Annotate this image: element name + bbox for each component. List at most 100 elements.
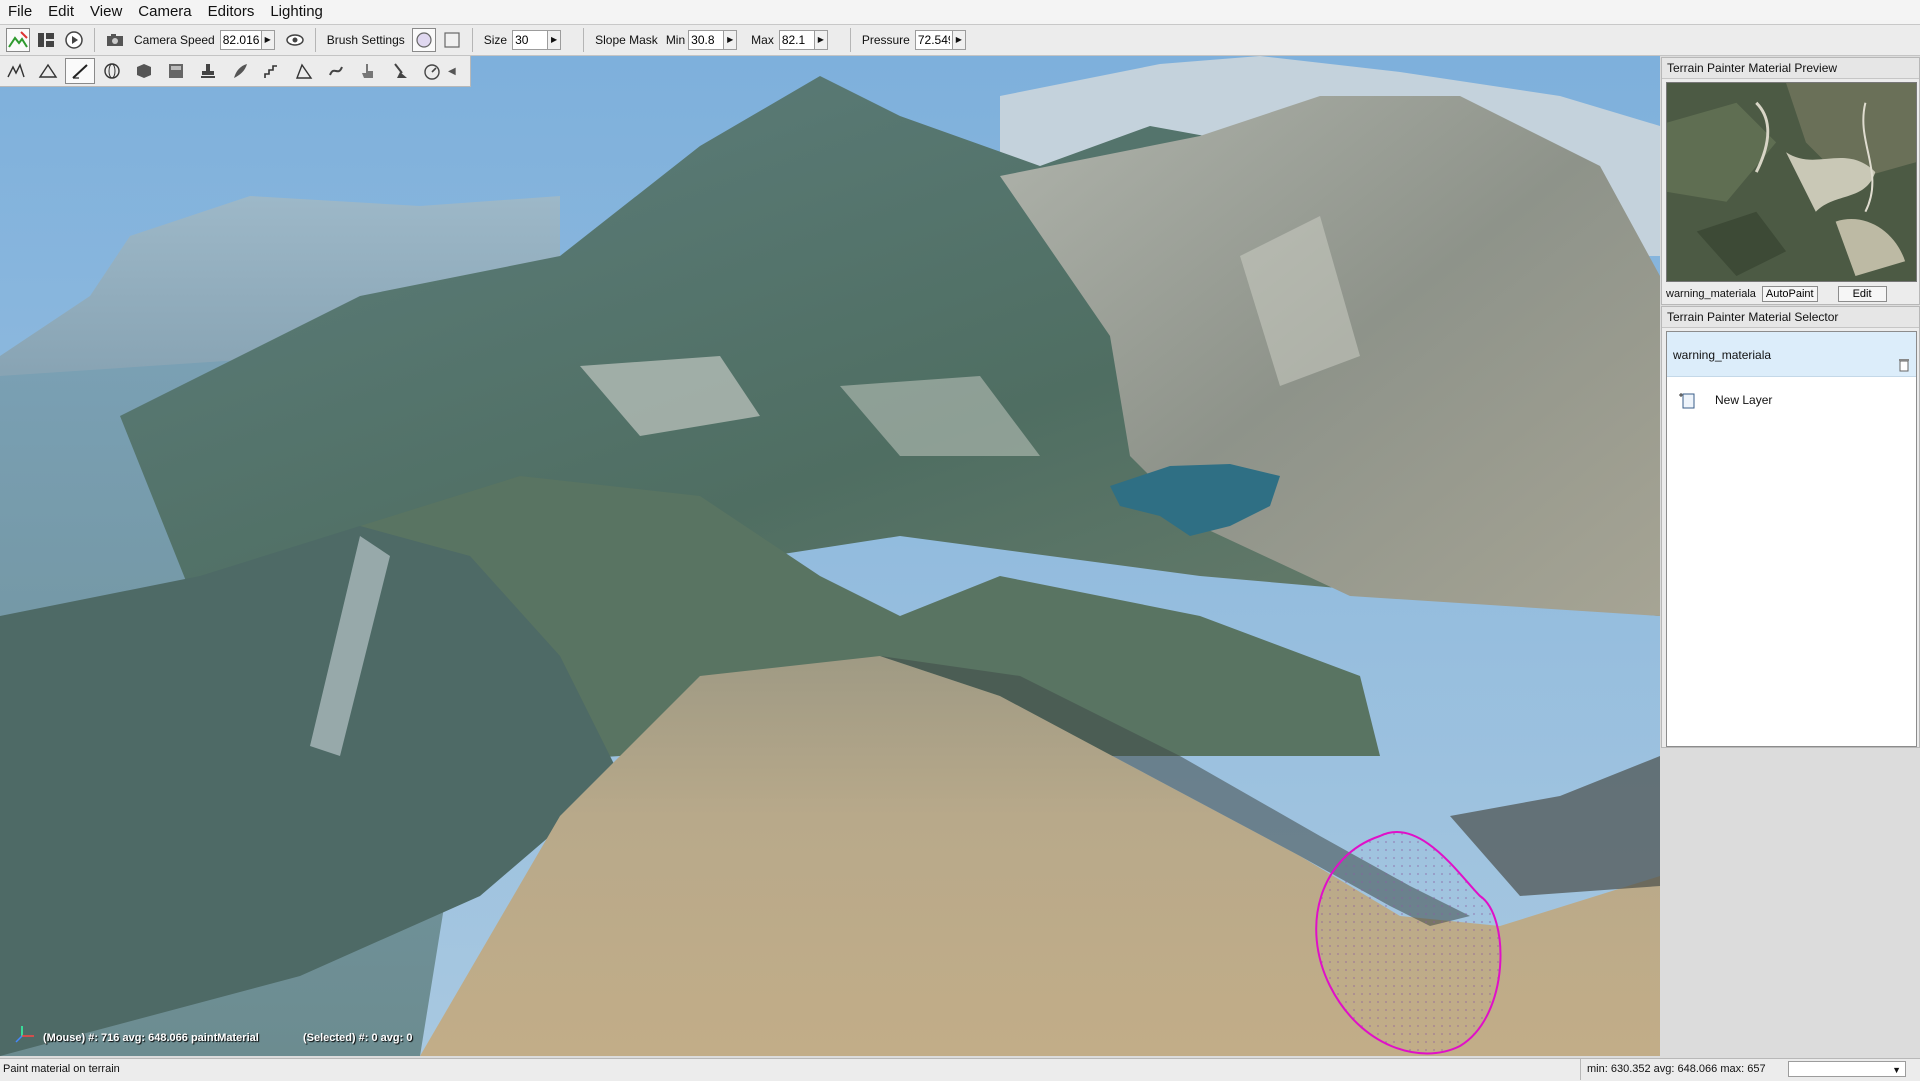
play-button[interactable] — [62, 28, 86, 52]
toolbar-separator — [583, 28, 585, 52]
selected-readout: (Selected) #: 0 avg: 0 — [303, 1032, 413, 1044]
camera-icon — [107, 34, 123, 46]
collapse-palette-icon[interactable]: ◀ — [448, 66, 456, 77]
chevron-down-icon: ▼ — [1892, 1065, 1901, 1075]
material-preview-title: Terrain Painter Material Preview — [1662, 58, 1919, 79]
material-selector-title: Terrain Painter Material Selector — [1662, 307, 1919, 328]
preview-material-name: warning_materiala — [1666, 288, 1756, 300]
tool-paint-material[interactable] — [65, 58, 95, 84]
smudge-icon — [329, 66, 343, 76]
brush-settings-label: Brush Settings — [326, 33, 405, 47]
circle-brush-button[interactable] — [411, 28, 436, 52]
slope-max-input[interactable] — [779, 32, 814, 48]
status-dropdown[interactable]: ▼ — [1788, 1061, 1906, 1077]
globe-icon — [104, 63, 120, 79]
camera-speed-input[interactable] — [220, 32, 261, 48]
slope-max-arrow[interactable]: ▶ — [813, 31, 827, 49]
texture-icon — [169, 64, 183, 78]
pressure-arrow[interactable]: ▶ — [951, 31, 965, 49]
toolbar-separator — [314, 28, 316, 52]
toolbar-separator — [849, 28, 851, 52]
size-arrow[interactable]: ▶ — [547, 31, 561, 49]
autopaint-button[interactable]: AutoPaint — [1761, 286, 1818, 302]
slope-max-label: Max — [751, 33, 774, 47]
camera-speed-arrow[interactable]: ▶ — [260, 31, 274, 49]
terrain-viewport[interactable]: (Mouse) #: 716 avg: 648.066 paintMateria… — [0, 56, 1660, 1056]
circle-brush-icon — [416, 32, 432, 48]
tool-feather[interactable] — [225, 58, 255, 84]
material-list: warning_materiala New Layer — [1666, 331, 1917, 747]
new-layer-icon — [1679, 393, 1695, 409]
tool-gauge[interactable] — [417, 58, 447, 84]
terrain-edit-icon — [8, 31, 28, 48]
mouse-readout: (Mouse) #: 716 avg: 648.066 paintMateria… — [43, 1032, 259, 1044]
tool-smudge[interactable] — [321, 58, 351, 84]
stamp-icon — [201, 64, 215, 78]
toolbar-separator — [94, 28, 95, 52]
terrain-mountain-icon — [38, 63, 58, 78]
camera-speed-field[interactable]: ▶ — [219, 30, 275, 50]
feather-icon — [234, 64, 247, 78]
material-list-item[interactable]: warning_materiala — [1667, 332, 1916, 377]
cube-icon — [137, 64, 151, 78]
camera-speed-label: Camera Speed — [134, 33, 215, 47]
slope-min-input[interactable] — [689, 32, 724, 48]
window-layout-icon — [38, 33, 54, 47]
ramp-icon — [295, 63, 313, 79]
tool-cube[interactable] — [129, 58, 159, 84]
new-layer-button[interactable]: New Layer — [1677, 390, 1772, 410]
gauge-icon — [424, 64, 440, 80]
slope-mask-label: Slope Mask — [595, 33, 658, 47]
menu-editors[interactable]: Editors — [200, 0, 263, 24]
menu-bar: File Edit View Camera Editors Lighting — [0, 0, 1920, 25]
camera-button[interactable] — [103, 28, 127, 52]
tool-ramp[interactable] — [289, 58, 319, 84]
size-field[interactable]: ▶ — [512, 30, 562, 50]
slope-min-arrow[interactable]: ▶ — [723, 31, 737, 49]
trash-icon[interactable] — [1898, 358, 1910, 375]
play-icon — [65, 31, 83, 49]
new-layer-label: New Layer — [1715, 393, 1773, 407]
tool-sweep[interactable] — [385, 58, 415, 84]
tool-elevate[interactable] — [1, 58, 31, 84]
slope-max-field[interactable]: ▶ — [778, 30, 828, 50]
material-preview-panel: Terrain Painter Material Preview warning… — [1661, 57, 1920, 305]
slope-min-field[interactable]: ▶ — [688, 30, 738, 50]
tool-globe[interactable] — [97, 58, 127, 84]
menu-view[interactable]: View — [82, 0, 130, 24]
terrain-tool-palette: ◀ — [0, 56, 471, 87]
tool-stamp[interactable] — [193, 58, 223, 84]
status-bar: Paint material on terrain min: 630.352 a… — [0, 1058, 1920, 1081]
tool-mountain[interactable] — [33, 58, 63, 84]
terrain-scene[interactable] — [0, 56, 1660, 1056]
main-toolbar: Camera Speed ▶ Brush Settings Size ▶ Slo… — [0, 25, 1920, 56]
status-message: Paint material on terrain — [3, 1063, 120, 1075]
size-label: Size — [483, 33, 508, 47]
hand-pointer-icon — [362, 64, 373, 78]
tool-hand[interactable] — [353, 58, 383, 84]
eye-icon — [285, 34, 304, 46]
preview-controls: warning_materiala AutoPaint Edit — [1666, 286, 1887, 302]
sweep-icon — [394, 63, 407, 78]
tool-staircase[interactable] — [257, 58, 287, 84]
visibility-button[interactable] — [283, 28, 307, 52]
pressure-input[interactable] — [915, 32, 952, 48]
material-selector-panel: Terrain Painter Material Selector warnin… — [1661, 306, 1920, 748]
slope-min-label: Min — [665, 33, 686, 47]
terrain-editor-button[interactable] — [6, 28, 30, 52]
material-item-label: warning_materiala — [1673, 348, 1772, 362]
size-input[interactable] — [513, 32, 548, 48]
menu-lighting[interactable]: Lighting — [262, 0, 331, 24]
pressure-label: Pressure — [861, 33, 910, 47]
square-brush-button[interactable] — [440, 28, 464, 52]
tool-texture[interactable] — [161, 58, 191, 84]
menu-camera[interactable]: Camera — [130, 0, 199, 24]
toolbar-separator — [471, 28, 473, 52]
pressure-field[interactable]: ▶ — [914, 30, 966, 50]
staircase-icon — [264, 65, 277, 78]
square-brush-icon — [444, 32, 460, 48]
window-layout-button[interactable] — [34, 28, 58, 52]
menu-file[interactable]: File — [0, 0, 40, 24]
menu-edit[interactable]: Edit — [40, 0, 82, 24]
edit-material-button[interactable]: Edit — [1837, 286, 1887, 302]
